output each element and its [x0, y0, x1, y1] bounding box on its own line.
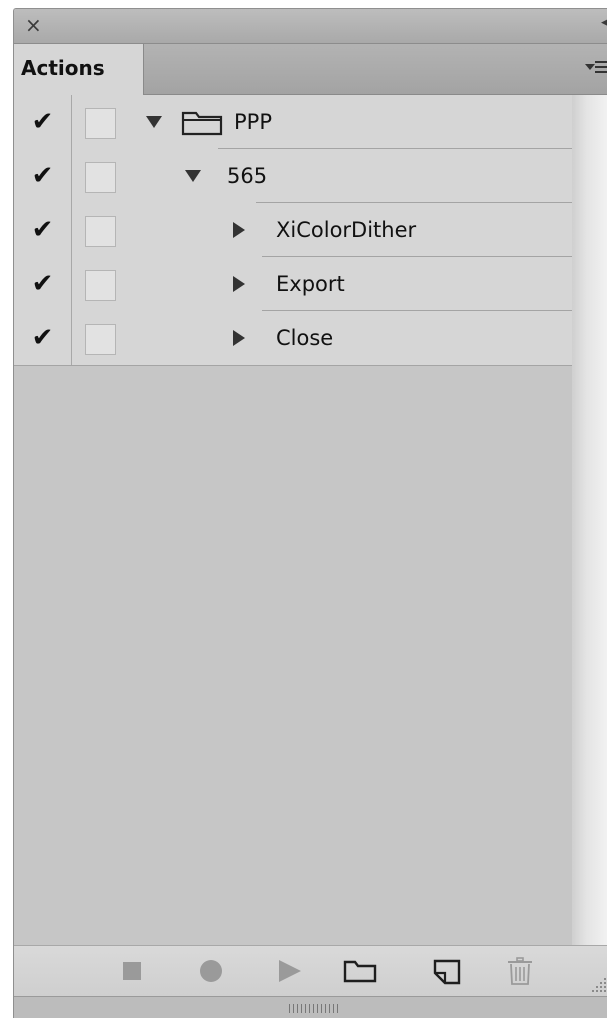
new-set-folder-icon — [343, 960, 377, 983]
trash-icon — [508, 957, 532, 985]
expand-right-icon[interactable] — [233, 222, 245, 238]
resize-grip-icon[interactable] — [588, 974, 607, 994]
toggle-item-check[interactable]: ✔ — [14, 203, 72, 257]
list-item-close[interactable]: ✔ Close — [14, 311, 572, 365]
step-label: XiColorDither — [276, 218, 417, 242]
toggle-dialog-box[interactable] — [85, 162, 116, 193]
stop-button[interactable] — [113, 946, 153, 996]
folder-icon — [181, 111, 223, 136]
toggle-dialog-box[interactable] — [85, 324, 116, 355]
step-label: Export — [276, 272, 345, 296]
toggle-dialog-box[interactable] — [85, 270, 116, 301]
new-action-icon — [433, 959, 461, 985]
action-label: 565 — [227, 164, 268, 188]
toggle-dialog-box[interactable] — [85, 108, 116, 139]
record-icon — [200, 960, 222, 982]
collapse-panel-icon[interactable]: ◂◂ — [601, 15, 607, 30]
toggle-item-check[interactable]: ✔ — [14, 95, 72, 149]
actions-list: ✔ PPP ✔ 565 ✔ XiColorDither ✔ Export ✔ C… — [14, 95, 572, 945]
step-label: Close — [276, 326, 334, 350]
action-set-label: PPP — [234, 110, 272, 134]
list-item-ppp[interactable]: ✔ PPP — [14, 95, 572, 149]
expand-right-icon[interactable] — [233, 330, 245, 346]
list-item-export[interactable]: ✔ Export — [14, 257, 572, 311]
toggle-item-check[interactable]: ✔ — [14, 311, 72, 365]
record-button[interactable] — [190, 946, 230, 996]
drag-handle-icon[interactable] — [289, 1004, 339, 1013]
list-item-xicolordither[interactable]: ✔ XiColorDither — [14, 203, 572, 257]
close-icon[interactable]: × — [25, 15, 42, 35]
expand-down-icon[interactable] — [146, 116, 162, 128]
stop-icon — [123, 962, 141, 980]
panel-title-bar[interactable]: × ◂◂ — [14, 9, 607, 44]
toggle-dialog-box[interactable] — [85, 216, 116, 247]
list-item-565[interactable]: ✔ 565 — [14, 149, 572, 203]
panel-resize-bar[interactable] — [14, 996, 607, 1018]
panel-menu-icon[interactable] — [585, 56, 607, 78]
panel-tab-bar: Actions — [14, 44, 607, 95]
tab-actions[interactable]: Actions — [14, 44, 144, 95]
play-button[interactable] — [267, 946, 307, 996]
toggle-item-check[interactable]: ✔ — [14, 257, 72, 311]
delete-button[interactable] — [501, 946, 541, 996]
toggle-item-check[interactable]: ✔ — [14, 149, 72, 203]
actions-toolbar — [14, 945, 607, 996]
list-divider — [14, 365, 572, 366]
new-action-button[interactable] — [429, 946, 469, 996]
expand-down-icon[interactable] — [185, 170, 201, 182]
actions-panel: × ◂◂ Actions ✔ PPP ✔ — [13, 8, 607, 1018]
scrollbar-track[interactable] — [572, 95, 607, 945]
new-set-button[interactable] — [341, 946, 381, 996]
expand-right-icon[interactable] — [233, 276, 245, 292]
play-icon — [279, 960, 301, 982]
